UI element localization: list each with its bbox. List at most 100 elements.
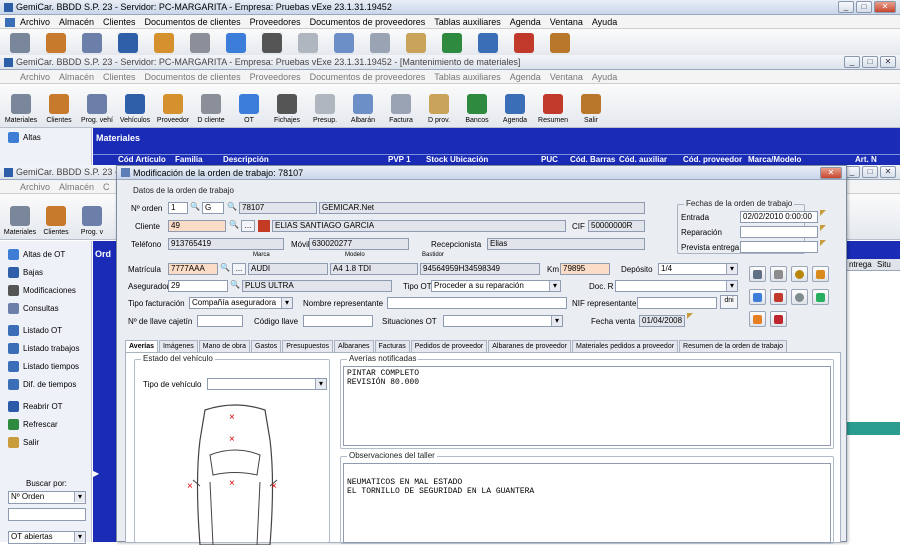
tab-pedidos-de-proveedor[interactable]: Pedidos de proveedor (410, 340, 488, 352)
outer-toolbar-prog-vehi-button[interactable] (76, 33, 108, 56)
damage-mark-icon[interactable]: × (229, 412, 235, 423)
tipo-facturacion-select[interactable]: Compañía aseguradora (189, 297, 293, 309)
tab-mano-de-obra[interactable]: Mano de obra (198, 340, 250, 352)
sidebar-item-bajas[interactable]: Bajas (0, 263, 91, 281)
menu-tablas-auxiliares[interactable]: Tablas auxiliares (434, 72, 501, 82)
outer-toolbar-albaran-button[interactable] (328, 33, 360, 56)
outer-toolbar-agenda-button[interactable] (472, 33, 504, 56)
col-descripcion[interactable]: Descripción (223, 155, 269, 164)
search-icon[interactable]: 🔍 (229, 280, 241, 292)
chart-button[interactable] (749, 289, 766, 305)
observaciones-textarea[interactable]: NEUMATICOS EN MAL ESTADO EL TORNILLO DE … (343, 463, 831, 543)
menu-documentos-de-proveedores[interactable]: Documentos de proveedores (310, 72, 426, 82)
maximize-button[interactable]: □ (856, 1, 872, 13)
menu-clientes[interactable]: Clientes (103, 72, 136, 82)
matricula-field[interactable]: 7777AAA (168, 263, 218, 275)
menu-almacen[interactable]: Almacén (59, 72, 94, 82)
ot-filter-select[interactable]: OT abiertas (8, 531, 86, 544)
nombre-representante-field[interactable] (387, 297, 567, 309)
menu-c[interactable]: C (103, 182, 110, 192)
col-puc[interactable]: PUC (541, 155, 558, 164)
minimize-button[interactable]: _ (844, 56, 860, 68)
menu-agenda[interactable]: Agenda (510, 72, 541, 82)
damage-mark-icon[interactable]: × (229, 434, 235, 445)
damage-mark-icon[interactable]: × (229, 478, 235, 489)
reparacion-field[interactable] (740, 226, 818, 238)
toolbar-clientes-button[interactable]: Clientes (42, 94, 76, 124)
sidebar-item-listado-tiempos[interactable]: Listado tiempos (0, 357, 91, 375)
col-marca-modelo[interactable]: Marca/Modelo (748, 155, 801, 164)
situaciones-ot-select[interactable] (443, 315, 563, 327)
num-orden-field[interactable]: 1 (168, 202, 188, 214)
car-diagram[interactable] (175, 400, 295, 545)
search-icon[interactable]: 🔍 (228, 220, 240, 232)
damage-mark-icon[interactable]: × (187, 481, 193, 492)
prevista-field[interactable] (740, 241, 818, 253)
tab-albaranes-de-proveedor[interactable]: Albaranes de proveedor (488, 340, 571, 352)
doc-r-select[interactable] (615, 280, 738, 292)
menu-agenda[interactable]: Agenda (510, 17, 541, 27)
pdf-button[interactable] (770, 311, 787, 327)
menu-tablas-auxiliares[interactable]: Tablas auxiliares (434, 17, 501, 27)
col-ubicacion[interactable]: Ubicación (450, 155, 488, 164)
search-icon[interactable]: 🔍 (219, 263, 231, 275)
col-art-n[interactable]: Art. N (855, 155, 877, 164)
photos-button[interactable] (749, 311, 766, 327)
maximize-button[interactable]: □ (862, 166, 878, 178)
close-button[interactable]: ✕ (874, 1, 896, 13)
sidebar-item-salir[interactable]: Salir (0, 433, 91, 451)
vehicle-button[interactable] (770, 266, 787, 282)
tipo-ot-select[interactable]: Proceder a su reparación (431, 280, 561, 292)
outer-toolbar-factura-button[interactable] (364, 33, 396, 56)
menu-archivo[interactable]: Archivo (20, 17, 50, 27)
tipo-vehiculo-select[interactable] (207, 378, 327, 390)
km-field[interactable]: 79895 (560, 263, 610, 275)
col-cod-articulo[interactable]: Cód Artículo (118, 155, 166, 164)
sidebar-item-dif-de-tiempos[interactable]: Dif. de tiempos (0, 375, 91, 393)
outer-toolbar-resumen-button[interactable] (508, 33, 540, 56)
toolbar-clientes-button[interactable]: Clientes (40, 206, 72, 236)
calendar-marker-icon[interactable] (820, 240, 826, 246)
outer-toolbar-materiales-button[interactable] (4, 33, 36, 56)
toolbar-factura-button[interactable]: Factura (384, 94, 418, 124)
sidebar-item-altas[interactable]: Altas (0, 128, 91, 146)
menu-almacen[interactable]: Almacén (59, 182, 94, 192)
sidebar-item-listado-ot[interactable]: Listado OT (0, 321, 91, 339)
menu-proveedores[interactable]: Proveedores (250, 17, 301, 27)
menu-ayuda[interactable]: Ayuda (592, 72, 617, 82)
damage-mark-icon[interactable]: × (271, 481, 277, 492)
toolbar-d-prov-button[interactable]: D prov. (422, 94, 456, 124)
notes-button[interactable] (812, 289, 829, 305)
toolbar-proveedor-button[interactable]: Proveedor (156, 94, 190, 124)
search-input[interactable] (8, 508, 86, 521)
search-by-select[interactable]: Nº Orden (8, 491, 86, 504)
sidebar-item-consultas[interactable]: Consultas (0, 299, 91, 317)
outer-toolbar-salir-button[interactable] (544, 33, 576, 56)
outer-toolbar-ot-button[interactable] (220, 33, 252, 56)
toolbar-resumen-button[interactable]: Resumen (536, 94, 570, 124)
sidebar-item-refrescar[interactable]: Refrescar (0, 415, 91, 433)
toolbar-salir-button[interactable]: Salir (574, 94, 608, 124)
sidebar-item-altas-de-ot[interactable]: Altas de OT (0, 245, 91, 263)
calendar-marker-icon[interactable] (820, 225, 826, 231)
cliente-code-field[interactable]: 49 (168, 220, 226, 232)
toolbar-bancos-button[interactable]: Bancos (460, 94, 494, 124)
close-button[interactable]: ✕ (880, 56, 896, 68)
tab-presupuestos[interactable]: Presupuestos (282, 340, 333, 352)
sidebar-item-reabrir-ot[interactable]: Reabrir OT (0, 397, 91, 415)
close-button[interactable]: ✕ (880, 166, 896, 178)
tab-facturas[interactable]: Facturas (374, 340, 410, 352)
toolbar-d-cliente-button[interactable]: D cliente (194, 94, 228, 124)
tab-materiales-pedidos-a-proveedor[interactable]: Materiales pedidos a proveedor (571, 340, 679, 352)
averias-textarea[interactable]: PINTAR COMPLETO REVISIÓN 80.000 (343, 366, 831, 446)
search-icon[interactable]: 🔍 (189, 202, 201, 214)
tab-averias[interactable]: Averías (125, 340, 159, 352)
col-cod-barras[interactable]: Cód. Barras (570, 155, 615, 164)
selected-row[interactable] (847, 422, 900, 435)
aseguradora-code-field[interactable]: 29 (168, 280, 228, 292)
sensor-button[interactable] (791, 266, 808, 282)
codigo-llave-field[interactable] (303, 315, 373, 327)
outer-toolbar-bancos-button[interactable] (436, 33, 468, 56)
col-familia[interactable]: Familia (175, 155, 203, 164)
user-card-icon[interactable] (258, 220, 270, 232)
